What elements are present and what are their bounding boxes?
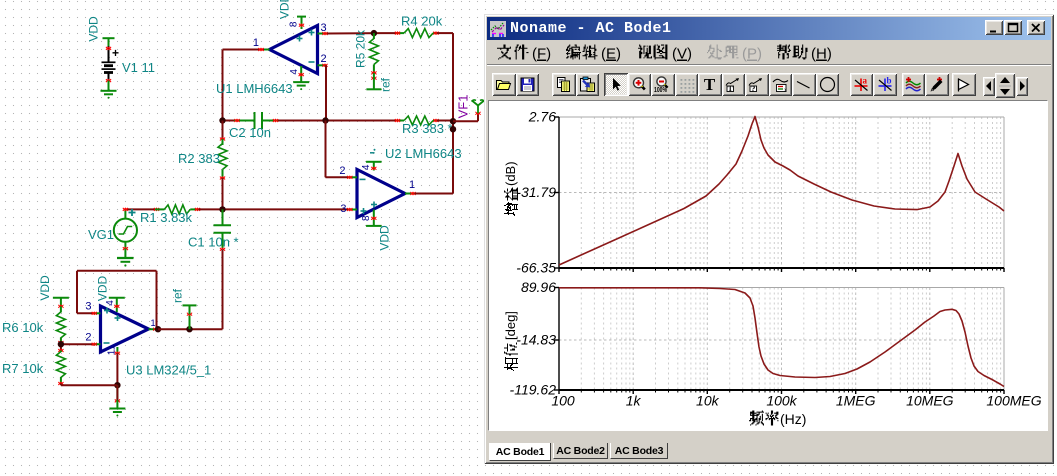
svg-text:a: a bbox=[863, 76, 868, 86]
svg-text:VDD: VDD bbox=[278, 0, 292, 19]
svg-text:R2 383: R2 383 bbox=[178, 151, 220, 166]
svg-text:U3 LM324/5_1: U3 LM324/5_1 bbox=[126, 363, 211, 378]
svg-text:VDD: VDD bbox=[378, 225, 392, 251]
svg-text:1: 1 bbox=[253, 37, 259, 49]
svg-text:100%: 100% bbox=[654, 85, 667, 93]
svg-text:VDD: VDD bbox=[38, 275, 52, 301]
svg-text:b: b bbox=[886, 76, 891, 86]
svg-text:V1 11: V1 11 bbox=[122, 60, 155, 75]
svg-text:2: 2 bbox=[321, 53, 327, 65]
svg-text:R6 10k: R6 10k bbox=[2, 320, 44, 335]
svg-text:C1 10n *: C1 10n * bbox=[188, 235, 239, 250]
svg-text:2: 2 bbox=[85, 332, 91, 344]
svg-text:VF1: VF1 bbox=[456, 95, 471, 119]
svg-text:ref: ref bbox=[170, 288, 184, 303]
svg-text:4: 4 bbox=[289, 69, 300, 75]
svg-text:VDD: VDD bbox=[96, 276, 110, 302]
svg-text:8: 8 bbox=[289, 21, 300, 27]
svg-text:R1 3.83k: R1 3.83k bbox=[140, 210, 193, 225]
svg-text:?: ? bbox=[751, 83, 755, 93]
svg-text:C2 10n: C2 10n bbox=[229, 125, 271, 140]
svg-text:x: x bbox=[784, 87, 787, 93]
svg-text:T: T bbox=[704, 76, 716, 93]
svg-text:3: 3 bbox=[340, 203, 346, 215]
svg-text:3: 3 bbox=[85, 301, 91, 313]
svg-text:4: 4 bbox=[361, 164, 372, 170]
svg-text:T: T bbox=[727, 84, 732, 93]
svg-text:U1 LMH6643: U1 LMH6643 bbox=[216, 81, 293, 96]
svg-text:2: 2 bbox=[339, 165, 345, 177]
svg-text:1: 1 bbox=[151, 318, 156, 328]
svg-text:VG1: VG1 bbox=[88, 227, 114, 242]
svg-text:8: 8 bbox=[361, 215, 372, 221]
svg-text:3: 3 bbox=[321, 22, 327, 34]
svg-text:U2 LMH6643: U2 LMH6643 bbox=[385, 146, 462, 161]
svg-text:+: + bbox=[112, 46, 119, 60]
svg-text:R5 20k: R5 20k bbox=[354, 29, 368, 68]
svg-text:R4 20k: R4 20k bbox=[401, 14, 443, 29]
svg-text:ref: ref bbox=[379, 77, 393, 92]
svg-text:1: 1 bbox=[409, 179, 415, 191]
svg-text:11: 11 bbox=[107, 344, 118, 355]
svg-text:VDD: VDD bbox=[87, 16, 101, 42]
svg-text:R3 383 *: R3 383 * bbox=[402, 121, 453, 136]
svg-text:R7 10k: R7 10k bbox=[2, 361, 44, 376]
